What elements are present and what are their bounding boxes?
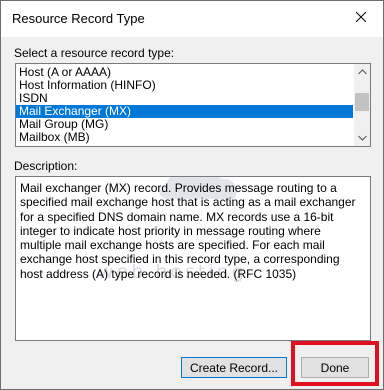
- scroll-down-button[interactable]: [354, 130, 370, 146]
- description-textbox[interactable]: web hosting Mail exchanger (MX) record. …: [15, 176, 371, 341]
- vertical-scrollbar[interactable]: [354, 64, 370, 146]
- chevron-down-icon: [357, 135, 367, 141]
- list-item-mb[interactable]: Mailbox (MB): [16, 131, 353, 144]
- chevron-up-icon: [357, 69, 367, 75]
- select-record-type-label: Select a resource record type:: [14, 46, 175, 60]
- title-bar: Resource Record Type: [1, 1, 383, 37]
- close-button[interactable]: [339, 1, 383, 33]
- resource-record-type-dialog: Resource Record Type Select a resource r…: [0, 0, 384, 390]
- scroll-thumb[interactable]: [355, 93, 369, 111]
- record-type-list: Host (A or AAAA) Host Information (HINFO…: [16, 66, 353, 144]
- record-type-listbox[interactable]: Host (A or AAAA) Host Information (HINFO…: [15, 63, 371, 147]
- description-label: Description:: [14, 159, 78, 173]
- list-item-hinfo[interactable]: Host Information (HINFO): [16, 79, 353, 92]
- close-icon: [356, 12, 366, 22]
- done-highlight-annotation: [291, 341, 379, 386]
- scroll-up-button[interactable]: [354, 64, 370, 80]
- create-record-button[interactable]: Create Record...: [181, 357, 287, 378]
- description-text: Mail exchanger (MX) record. Provides mes…: [20, 181, 359, 281]
- dialog-title: Resource Record Type: [12, 11, 145, 26]
